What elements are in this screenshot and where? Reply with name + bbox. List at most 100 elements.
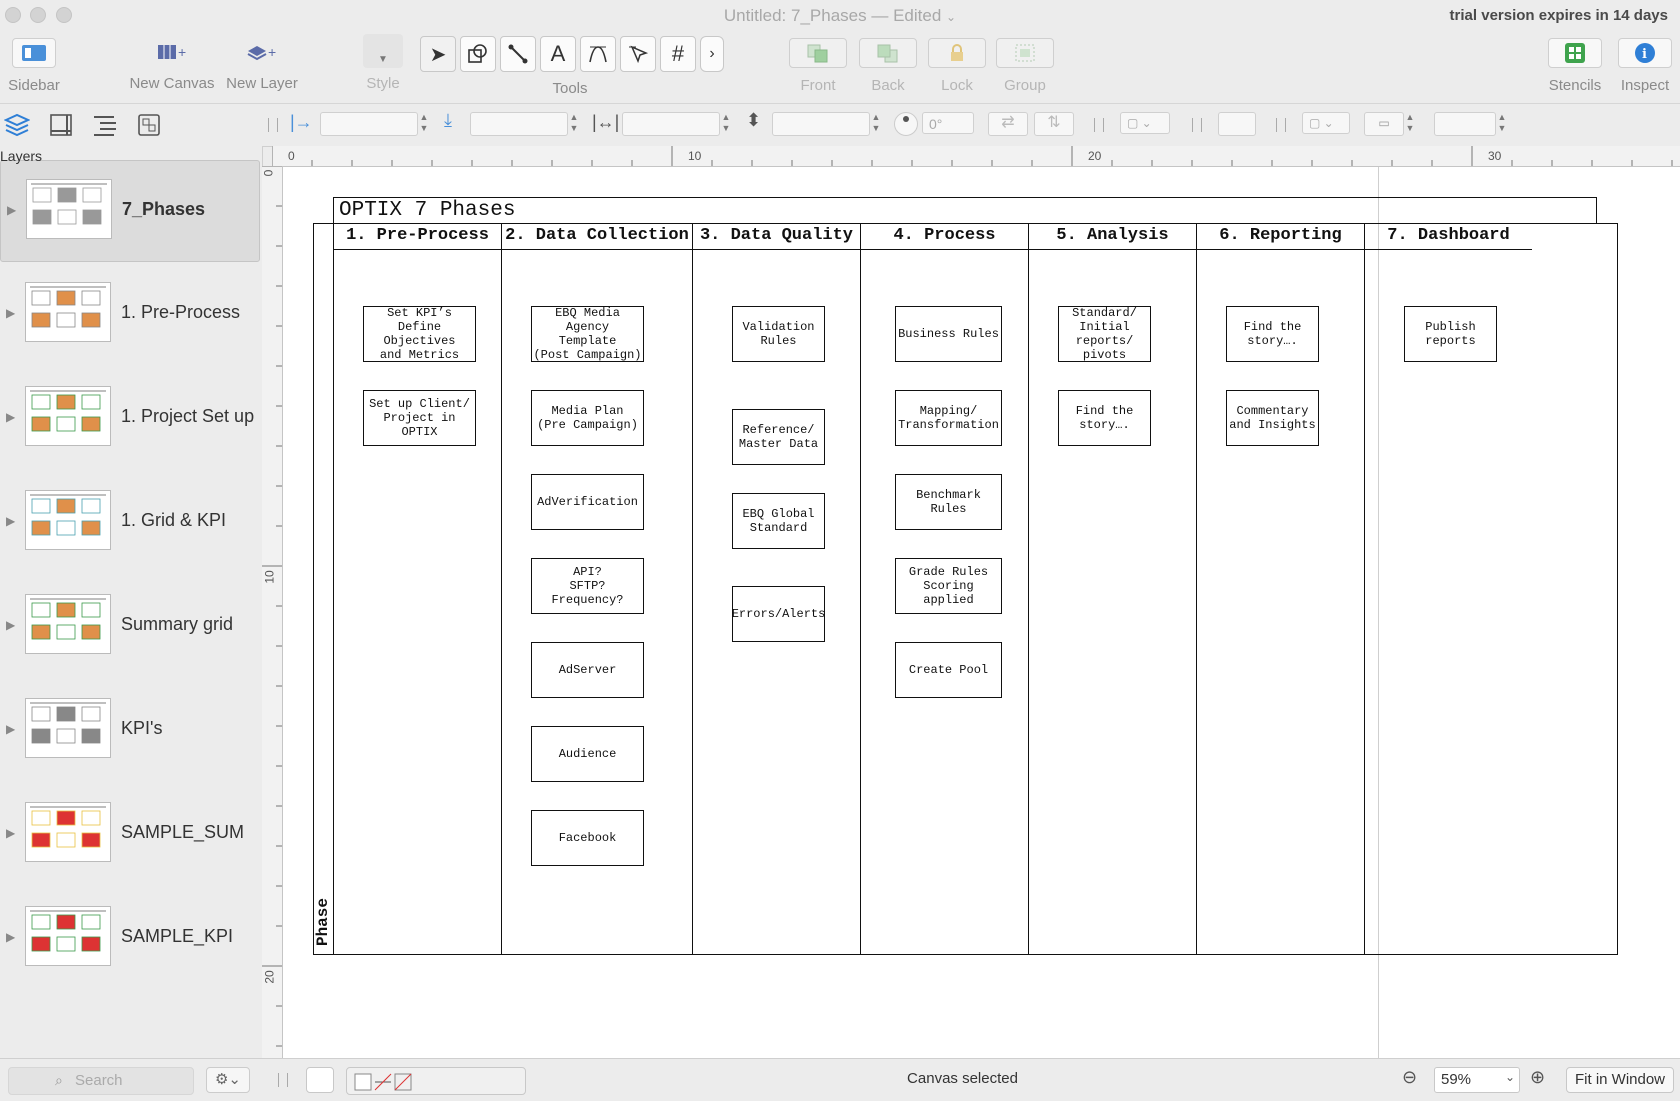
process-step-box[interactable]: Mapping/ Transformation bbox=[895, 390, 1002, 446]
rotation-field[interactable]: 0° bbox=[922, 112, 974, 134]
group-button[interactable]: Group bbox=[996, 38, 1054, 94]
phase-column[interactable]: 4. Process Business Rules Mapping/ Transfo… bbox=[860, 223, 1028, 955]
pen-tool[interactable] bbox=[580, 36, 616, 72]
phase-column[interactable]: 1. Pre-Process Set KPI’s Define Objective… bbox=[333, 223, 501, 955]
process-step-box[interactable]: Business Rules bbox=[895, 306, 1002, 362]
lock-button[interactable]: Lock bbox=[928, 38, 986, 94]
width-field[interactable] bbox=[622, 112, 720, 136]
process-step-box[interactable]: Publish reports bbox=[1404, 306, 1497, 362]
process-step-box[interactable]: Errors/Alerts bbox=[732, 586, 825, 642]
zoom-in-icon[interactable]: ⊕ bbox=[1530, 1067, 1545, 1088]
layers-tab[interactable] bbox=[3, 112, 31, 143]
disclosure-triangle-icon[interactable]: ▶ bbox=[6, 306, 15, 320]
phase-column[interactable]: 7. Dashboard Publish reports bbox=[1364, 223, 1532, 955]
phase-column-header[interactable]: 7. Dashboard bbox=[1365, 223, 1532, 250]
phase-column-header[interactable]: 6. Reporting bbox=[1197, 223, 1364, 250]
y-position-field[interactable] bbox=[470, 112, 568, 136]
phase-column-header[interactable]: 4. Process bbox=[861, 223, 1028, 250]
shape-tool[interactable] bbox=[460, 36, 496, 72]
sidebar-canvas-item[interactable]: ▶ 7_Phases bbox=[0, 160, 260, 262]
corner-radius-stepper[interactable]: ▲ ▼ bbox=[1496, 112, 1508, 134]
process-step-box[interactable]: Standard/ Initial reports/ pivots bbox=[1058, 306, 1151, 362]
style-button[interactable]: ▼ Style bbox=[358, 34, 408, 92]
process-step-box[interactable]: EBQ Media Agency Template (Post Campaign… bbox=[531, 306, 644, 362]
horizontal-ruler[interactable]: 0 10 20 30 bbox=[272, 146, 1680, 167]
phase-column-header[interactable]: 3. Data Quality bbox=[693, 223, 860, 250]
process-step-box[interactable]: Media Plan (Pre Campaign) bbox=[531, 390, 644, 446]
fit-in-window-button[interactable]: Fit in Window bbox=[1566, 1067, 1674, 1093]
phase-column-header[interactable]: 2. Data Collection bbox=[502, 223, 692, 250]
point-editor-tool[interactable] bbox=[620, 36, 656, 72]
drawing-canvas[interactable]: OPTIX 7 Phases Phase 1. Pre-Process Set K… bbox=[283, 167, 1680, 1058]
disclosure-triangle-icon[interactable]: ▶ bbox=[6, 514, 15, 528]
more-tools-button[interactable]: › bbox=[700, 36, 724, 72]
stencils-button[interactable]: Stencils bbox=[1544, 38, 1606, 94]
process-step-box[interactable]: Create Pool bbox=[895, 642, 1002, 698]
disclosure-triangle-icon[interactable]: ▶ bbox=[6, 930, 15, 944]
shadow-style-popup[interactable]: ▢ ⌄ bbox=[1120, 112, 1170, 134]
canvas-tab[interactable] bbox=[48, 112, 74, 143]
process-step-box[interactable]: Benchmark Rules bbox=[895, 474, 1002, 530]
corner-radius-field[interactable] bbox=[1434, 112, 1496, 136]
back-button[interactable]: Back bbox=[858, 38, 918, 94]
phase-column-header[interactable]: 5. Analysis bbox=[1029, 223, 1196, 250]
phase-column-header[interactable]: 1. Pre-Process bbox=[334, 223, 501, 250]
text-tool[interactable]: A bbox=[540, 36, 576, 72]
y-position-stepper[interactable]: ▲ ▼ bbox=[568, 112, 580, 134]
zoom-out-icon[interactable]: ⊖ bbox=[1402, 1067, 1417, 1088]
rotation-dial[interactable] bbox=[894, 112, 918, 136]
new-layer-button[interactable]: + New Layer bbox=[222, 38, 302, 92]
sidebar-canvas-item[interactable]: ▶ 1. Pre-Process bbox=[0, 264, 258, 364]
height-field[interactable] bbox=[772, 112, 870, 136]
phase-column[interactable]: 3. Data Quality Validation Rules Reference… bbox=[692, 223, 860, 955]
process-step-box[interactable]: AdServer bbox=[531, 642, 644, 698]
outline-tab[interactable] bbox=[92, 112, 118, 143]
new-canvas-button[interactable]: + New Canvas bbox=[124, 38, 220, 92]
sidebar-canvas-item[interactable]: ▶ KPI's bbox=[0, 680, 258, 780]
line-tool[interactable] bbox=[500, 36, 536, 72]
content-tab[interactable] bbox=[136, 112, 162, 143]
process-step-box[interactable]: Set up Client/ Project in OPTIX bbox=[363, 390, 476, 446]
process-step-box[interactable]: Facebook bbox=[531, 810, 644, 866]
disclosure-triangle-icon[interactable]: ▶ bbox=[6, 722, 15, 736]
line-style-field[interactable]: ▭ bbox=[1364, 112, 1404, 136]
window-title[interactable]: Untitled: 7_Phases — Edited ⌄ bbox=[0, 6, 1680, 26]
diagram-grid-tool[interactable]: # bbox=[660, 36, 696, 72]
sidebar-button[interactable]: Sidebar bbox=[2, 38, 66, 94]
sidebar-canvas-item[interactable]: ▶ 1. Grid & KPI bbox=[0, 472, 258, 572]
sidebar-canvas-item[interactable]: ▶ 1. Project Set up bbox=[0, 368, 258, 468]
process-step-box[interactable]: Audience bbox=[531, 726, 644, 782]
disclosure-triangle-icon[interactable]: ▶ bbox=[7, 203, 16, 217]
flip-vertical-button[interactable]: ⇅ bbox=[1034, 112, 1074, 136]
phase-column[interactable]: 5. Analysis Standard/ Initial reports/ pi… bbox=[1028, 223, 1196, 955]
disclosure-triangle-icon[interactable]: ▶ bbox=[6, 826, 15, 840]
process-step-box[interactable]: AdVerification bbox=[531, 474, 644, 530]
width-stepper[interactable]: ▲ ▼ bbox=[720, 112, 732, 134]
process-step-box[interactable]: Set KPI’s Define Objectives and Metrics bbox=[363, 306, 476, 362]
disclosure-triangle-icon[interactable]: ▶ bbox=[6, 410, 15, 424]
process-step-box[interactable]: Reference/ Master Data bbox=[732, 409, 825, 465]
stroke-width-field[interactable] bbox=[1218, 112, 1256, 136]
x-position-field[interactable] bbox=[320, 112, 418, 136]
phase-label[interactable]: Phase bbox=[313, 893, 333, 953]
phase-column[interactable]: 6. Reporting Find the story…. Commentary a… bbox=[1196, 223, 1364, 955]
sidebar-canvas-item[interactable]: ▶ SAMPLE_KPI bbox=[0, 888, 258, 988]
process-step-box[interactable]: EBQ Global Standard bbox=[732, 493, 825, 549]
sidebar-canvas-item[interactable]: ▶ SAMPLE_SUM bbox=[0, 784, 258, 884]
process-step-box[interactable]: Validation Rules bbox=[732, 306, 825, 362]
disclosure-triangle-icon[interactable]: ▶ bbox=[6, 618, 15, 632]
process-step-box[interactable]: Grade Rules Scoring applied bbox=[895, 558, 1002, 614]
vertical-ruler[interactable]: 0 10 20 bbox=[261, 166, 283, 1058]
line-style-stepper[interactable]: ▲ ▼ bbox=[1404, 112, 1416, 134]
x-position-stepper[interactable]: ▲ ▼ bbox=[418, 112, 430, 134]
fill-style-popup[interactable]: ▢ ⌄ bbox=[1302, 112, 1350, 134]
flip-horizontal-button[interactable]: ⇄ bbox=[988, 112, 1028, 136]
zoom-popup[interactable]: 59% ⌄ bbox=[1434, 1067, 1520, 1093]
diagram-title[interactable]: OPTIX 7 Phases bbox=[333, 197, 1597, 223]
process-step-box[interactable]: API? SFTP? Frequency? bbox=[531, 558, 644, 614]
sidebar-canvas-item[interactable]: ▶ Summary grid bbox=[0, 576, 258, 676]
front-button[interactable]: Front bbox=[788, 38, 848, 94]
process-step-box[interactable]: Commentary and Insights bbox=[1226, 390, 1319, 446]
phase-column[interactable]: 2. Data Collection EBQ Media Agency Templ… bbox=[501, 223, 692, 955]
height-stepper[interactable]: ▲ ▼ bbox=[870, 112, 882, 134]
